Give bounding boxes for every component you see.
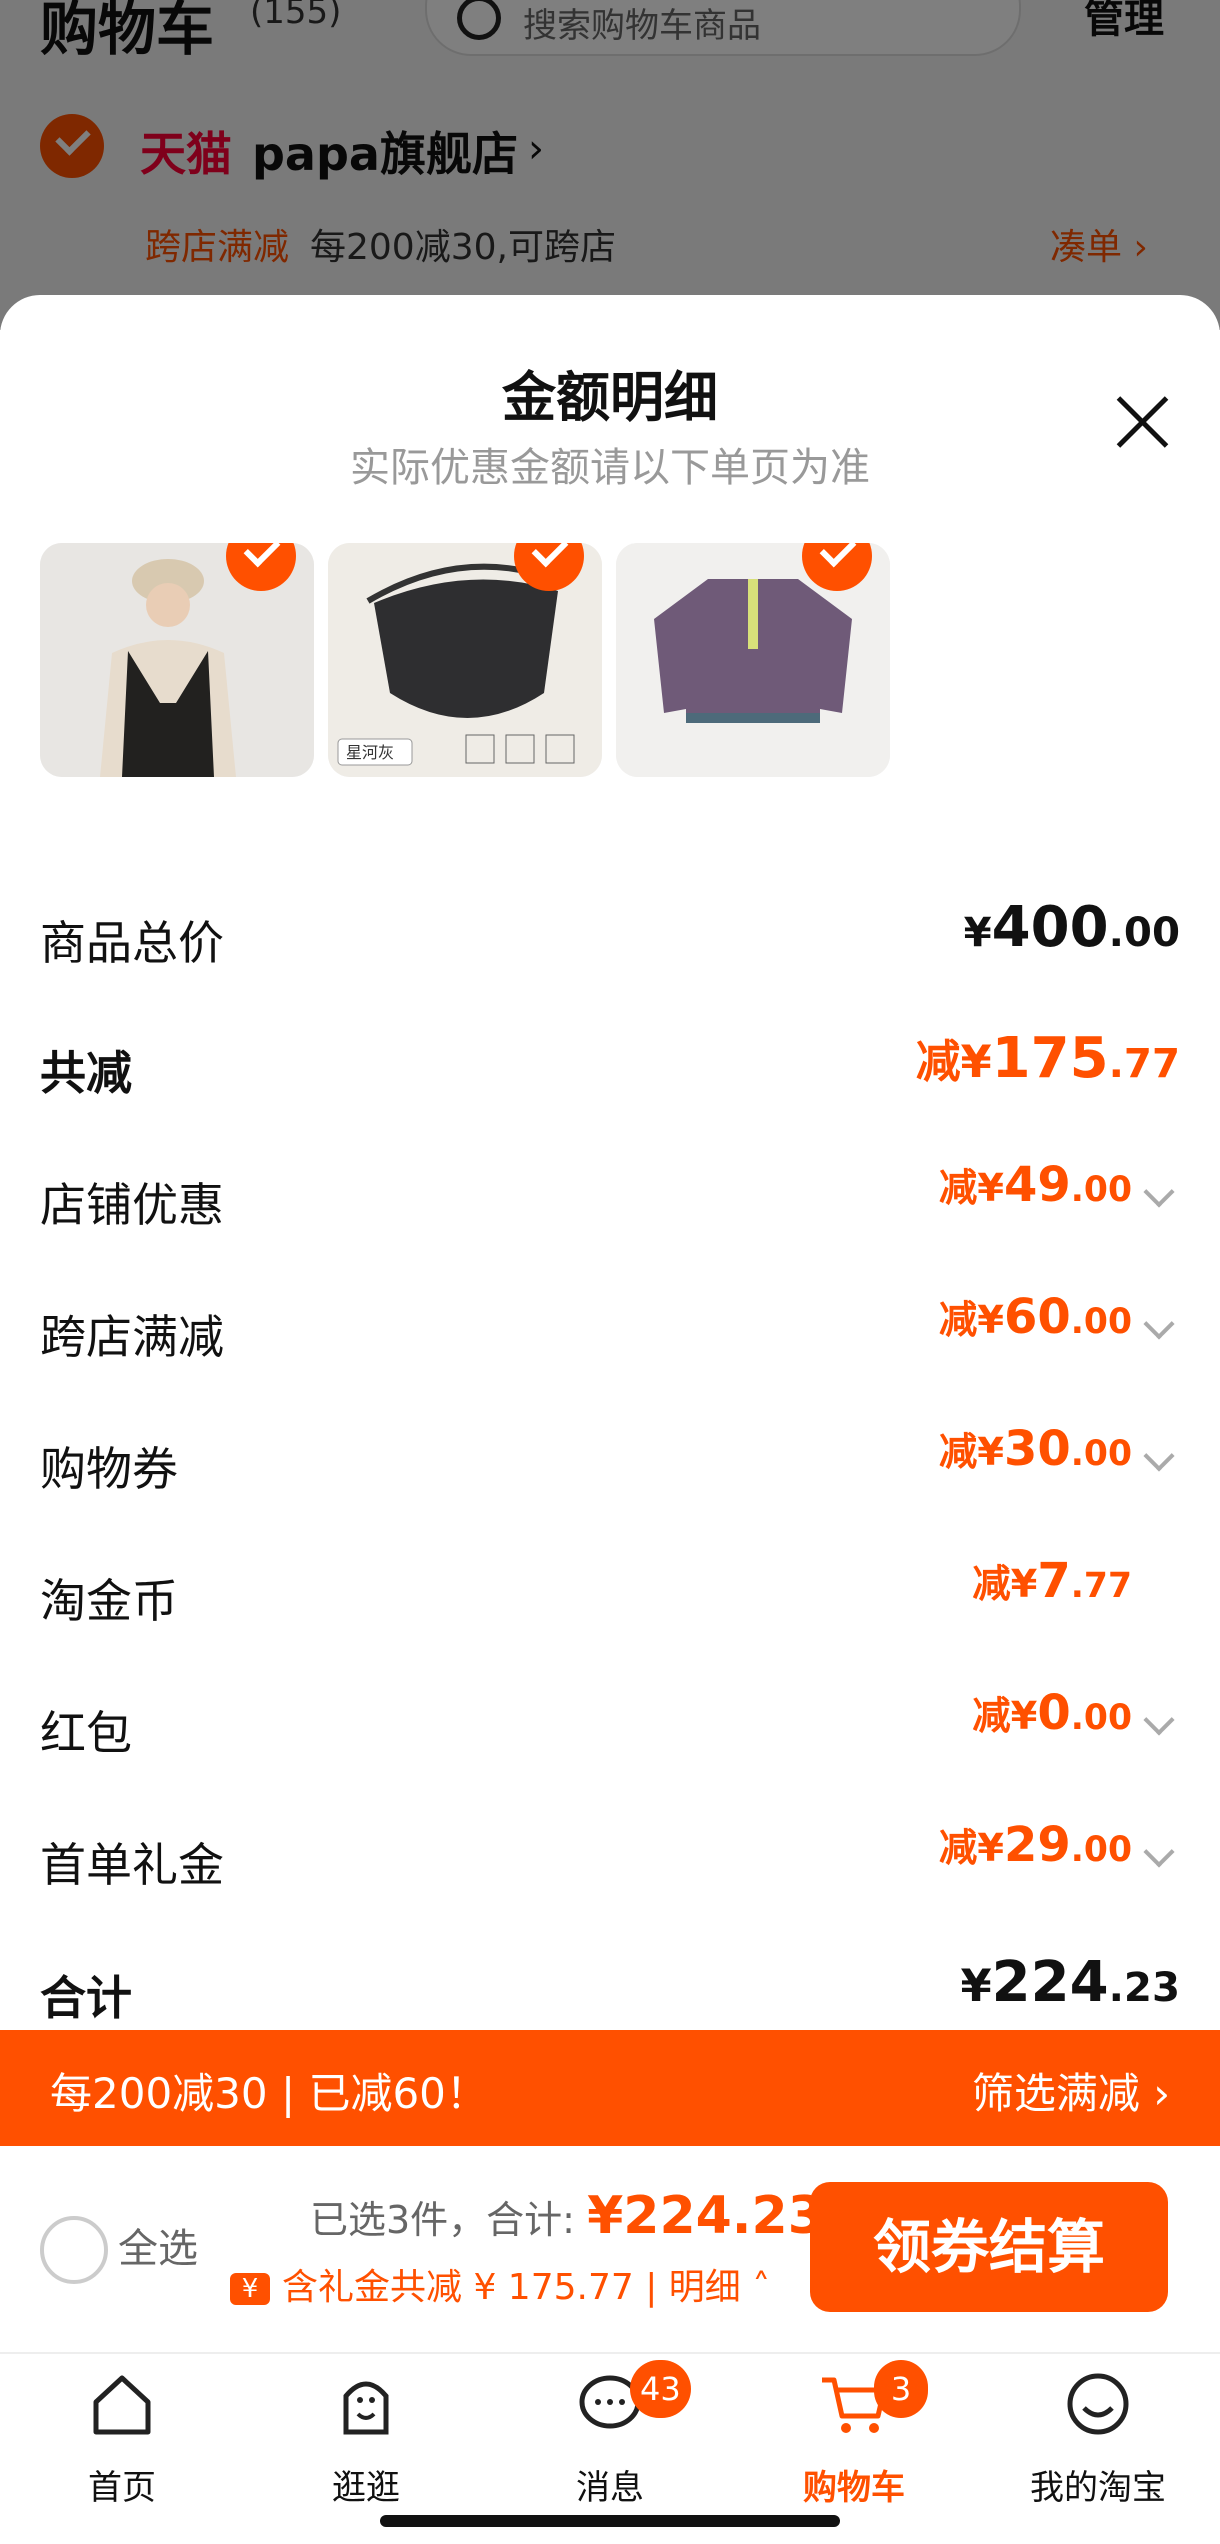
tab-browse[interactable]: 逛逛 <box>266 2368 466 2518</box>
checkout-button[interactable]: 领券结算 <box>810 2182 1168 2312</box>
sheet-title: 金额明细 <box>502 366 718 429</box>
chevron-right-icon: › <box>1153 2069 1170 2118</box>
app-root: 购物车 (155) 搜索购物车商品 管理 天猫 papa旗舰店 › 跨店满减 每… <box>0 0 1220 2544</box>
tab-label: 我的淘宝 <box>1030 2468 1166 2508</box>
row-taojinbi: 淘金币 减¥7.77 <box>40 1553 1180 1633</box>
row-value: 减¥175.77 <box>915 1026 1180 1091</box>
row-value: 减¥60.00 <box>938 1289 1132 1345</box>
promo-banner: 每200减30 | 已减60！ 筛选满减 › <box>0 2030 1220 2146</box>
home-indicator[interactable] <box>380 2515 840 2527</box>
select-all-label[interactable]: 全选 <box>118 2216 198 2274</box>
chevron-down-icon[interactable] <box>1143 1836 1175 1868</box>
row-label: 跨店满减 <box>40 1310 224 1364</box>
modal-overlay[interactable] <box>0 0 1220 330</box>
chevron-down-icon[interactable] <box>1143 1308 1175 1340</box>
row-label: 淘金币 <box>40 1574 178 1628</box>
row-grand-total: 合计 ¥224.23 <box>40 1950 1180 2030</box>
row-label: 合计 <box>40 1971 132 2025</box>
profile-icon <box>1067 2373 1129 2435</box>
sheet-subtitle: 实际优惠金额请以下单页为准 <box>350 445 870 491</box>
product-thumb-vest <box>40 543 314 777</box>
order-summary: 已选3件，合计: ¥224.23 <box>310 2186 824 2246</box>
selected-count-text: 已选3件，合计: <box>310 2198 575 2242</box>
row-value: 减¥7.77 <box>972 1553 1132 1609</box>
discount-detail-link[interactable]: ¥ 含礼金共减 ¥ 175.77 | 明细 ˄ <box>230 2258 770 2310</box>
row-value: 减¥49.00 <box>938 1157 1132 1213</box>
message-badge: 43 <box>630 2360 691 2418</box>
tab-profile[interactable]: 我的淘宝 <box>998 2368 1198 2518</box>
row-label: 红包 <box>40 1706 132 1760</box>
tab-label: 消息 <box>576 2468 644 2508</box>
row-value: ¥224.23 <box>960 1950 1181 2015</box>
filter-discount-label: 筛选满减 <box>971 2069 1140 2118</box>
close-icon[interactable] <box>1112 392 1172 452</box>
tab-home[interactable]: 首页 <box>22 2368 222 2518</box>
discount-detail-text: 含礼金共减 ¥ 175.77 | 明细 <box>282 2267 741 2308</box>
row-store-discount[interactable]: 店铺优惠 减¥49.00 <box>40 1157 1180 1237</box>
row-red-packet[interactable]: 红包 减¥0.00 <box>40 1685 1180 1765</box>
row-value: ¥400.00 <box>963 895 1180 960</box>
tab-label: 逛逛 <box>332 2468 400 2508</box>
promo-banner-text: 每200减30 | 已减60！ <box>50 2069 488 2118</box>
row-first-order-gift[interactable]: 首单礼金 减¥29.00 <box>40 1817 1180 1897</box>
checkout-bar: 全选 已选3件，合计: ¥224.23 ¥ 含礼金共减 ¥ 175.77 | 明细… <box>0 2146 1220 2352</box>
chevron-up-icon: ˄ <box>752 2267 771 2308</box>
product-thumb-sweatshirt <box>616 543 890 777</box>
row-value: 减¥0.00 <box>972 1685 1132 1741</box>
chevron-down-icon[interactable] <box>1143 1440 1175 1472</box>
coupon-ticket-icon: ¥ <box>230 2273 270 2305</box>
cart-badge: 3 <box>874 2360 928 2418</box>
select-all-radio[interactable] <box>40 2216 108 2284</box>
row-shopping-voucher[interactable]: 购物券 减¥30.00 <box>40 1421 1180 1501</box>
row-value: 减¥30.00 <box>938 1421 1132 1477</box>
tab-label: 购物车 <box>803 2468 905 2508</box>
chevron-down-icon[interactable] <box>1143 1176 1175 1208</box>
row-label: 店铺优惠 <box>40 1178 224 1232</box>
tab-label: 首页 <box>88 2468 156 2508</box>
row-value: 减¥29.00 <box>938 1817 1132 1873</box>
home-icon <box>93 2375 151 2435</box>
row-label: 首单礼金 <box>40 1838 224 1892</box>
row-label: 商品总价 <box>40 916 224 970</box>
row-cross-store-discount[interactable]: 跨店满减 减¥60.00 <box>40 1289 1180 1369</box>
row-label: 共减 <box>40 1046 132 1100</box>
mask-color-tag: 星河灰 <box>346 743 394 762</box>
tab-messages[interactable]: 43 消息 <box>510 2360 710 2518</box>
chevron-down-icon[interactable] <box>1143 1704 1175 1736</box>
order-total: ¥224.23 <box>587 2186 824 2246</box>
filter-discount-link[interactable]: 筛选满减 › <box>972 2060 1170 2121</box>
browse-icon <box>343 2381 389 2435</box>
row-total-discount: 共减 减¥175.77 <box>40 1025 1180 1105</box>
product-thumb-mask: 星河灰 <box>328 543 602 777</box>
row-label: 购物券 <box>40 1442 178 1496</box>
row-goods-total: 商品总价 ¥400.00 <box>40 895 1180 975</box>
tab-cart[interactable]: 3 购物车 <box>754 2360 954 2518</box>
